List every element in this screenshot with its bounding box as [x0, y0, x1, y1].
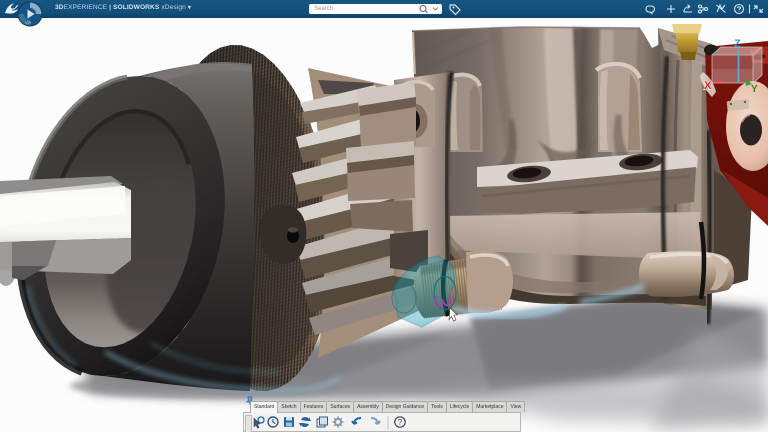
svg-text:V.R: V.R	[25, 20, 31, 25]
svg-text:Y: Y	[751, 84, 758, 95]
svg-text:?: ?	[398, 418, 403, 427]
svg-text:X: X	[704, 80, 712, 92]
svg-text:Z: Z	[734, 38, 741, 50]
